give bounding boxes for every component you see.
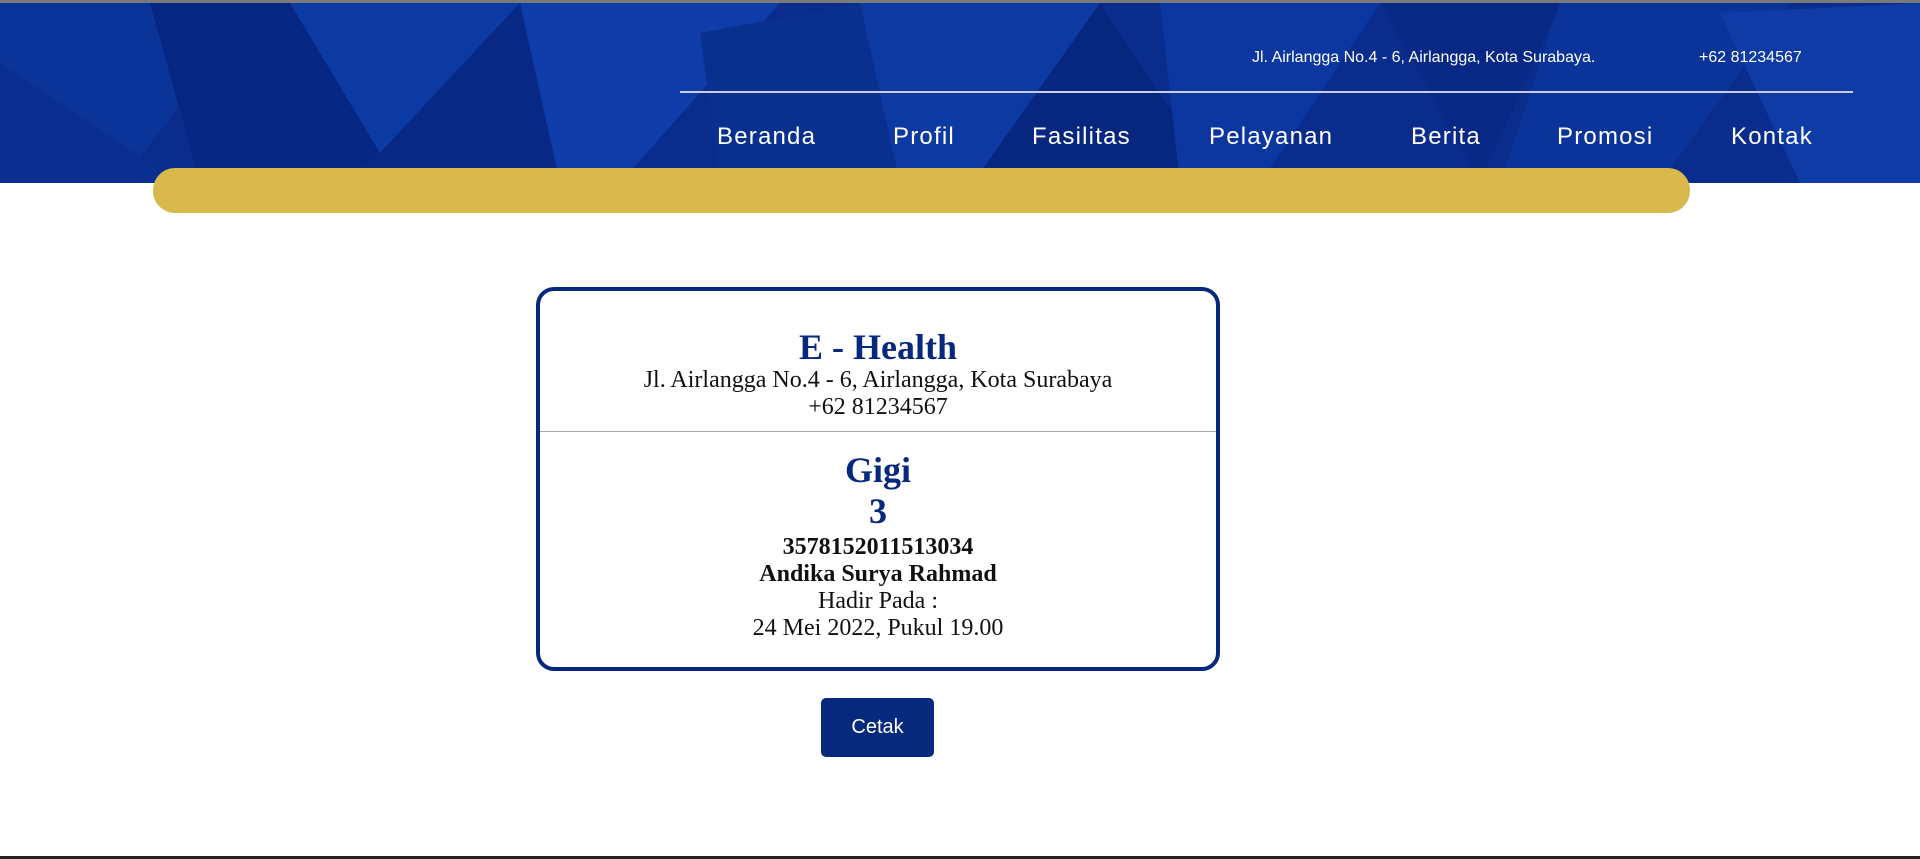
site-header: Jl. Airlangga No.4 - 6, Airlangga, Kota … xyxy=(0,3,1920,183)
nav-item-promosi[interactable]: Promosi xyxy=(1557,123,1653,151)
nav-item-fasilitas[interactable]: Fasilitas xyxy=(1032,123,1131,151)
nav-item-beranda[interactable]: Beranda xyxy=(717,123,816,151)
ticket-body: Gigi 3 3578152011513034 Andika Surya Rah… xyxy=(540,450,1216,642)
header-accent-bar xyxy=(153,168,1690,213)
ticket-divider xyxy=(540,431,1216,432)
header-address: Jl. Airlangga No.4 - 6, Airlangga, Kota … xyxy=(1252,49,1596,66)
queue-number: 3 xyxy=(869,491,887,531)
nav-item-profil[interactable]: Profil xyxy=(893,123,955,151)
ticket-header: E - Health Jl. Airlangga No.4 - 6, Airla… xyxy=(540,327,1216,421)
nav-item-berita[interactable]: Berita xyxy=(1411,123,1481,151)
clinic-phone: +62 81234567 xyxy=(808,394,948,420)
attend-label: Hadir Pada : xyxy=(818,588,938,614)
nav-item-pelayanan[interactable]: Pelayanan xyxy=(1209,123,1333,151)
patient-name: Andika Surya Rahmad xyxy=(759,561,997,587)
nav-item-kontak[interactable]: Kontak xyxy=(1731,123,1813,151)
attend-datetime: 24 Mei 2022, Pukul 19.00 xyxy=(752,615,1004,641)
print-button[interactable]: Cetak xyxy=(821,698,934,757)
clinic-name: E - Health xyxy=(799,327,957,367)
clinic-address: Jl. Airlangga No.4 - 6, Airlangga, Kota … xyxy=(643,367,1113,393)
main-nav: Beranda Profil Fasilitas Pelayanan Berit… xyxy=(0,123,1920,157)
nav-divider xyxy=(680,91,1853,93)
poly-name: Gigi xyxy=(844,450,911,490)
header-phone: +62 81234567 xyxy=(1699,49,1802,66)
queue-ticket-card: E - Health Jl. Airlangga No.4 - 6, Airla… xyxy=(536,287,1220,671)
patient-nik: 3578152011513034 xyxy=(782,534,974,560)
